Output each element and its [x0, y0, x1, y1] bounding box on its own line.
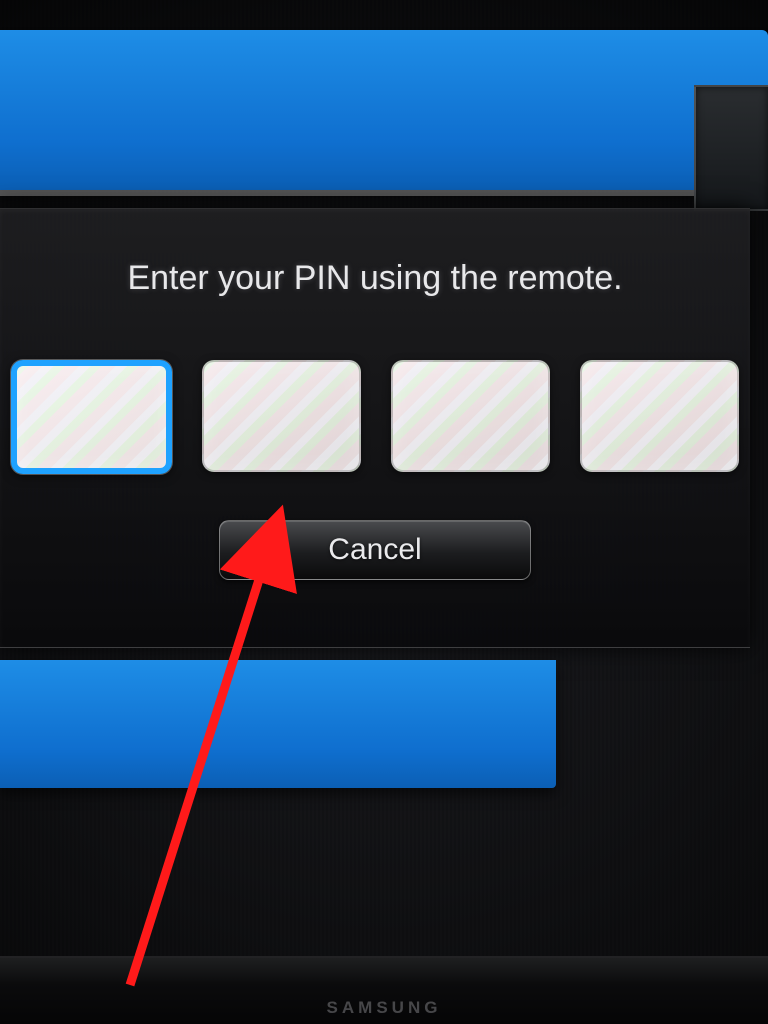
side-panel: [694, 85, 768, 211]
tv-bezel: SAMSUNG: [0, 956, 768, 1024]
pin-digit-3[interactable]: [391, 360, 550, 472]
tv-screen: nosis Enter your PIN using the remote. C…: [0, 0, 768, 1024]
cancel-button[interactable]: Cancel: [219, 520, 531, 580]
tv-brand-logo: SAMSUNG: [327, 998, 442, 1018]
pin-digit-4[interactable]: [580, 360, 739, 472]
pin-entry-dialog: Enter your PIN using the remote. Cancel: [0, 208, 750, 648]
pin-prompt-text: Enter your PIN using the remote.: [127, 259, 622, 298]
pin-input-row: [0, 360, 750, 474]
pin-digit-2[interactable]: [202, 360, 361, 472]
pin-digit-1[interactable]: [11, 360, 172, 474]
footer-banner: [0, 660, 556, 788]
cancel-button-label: Cancel: [328, 533, 421, 567]
header-banner: nosis: [0, 30, 768, 190]
